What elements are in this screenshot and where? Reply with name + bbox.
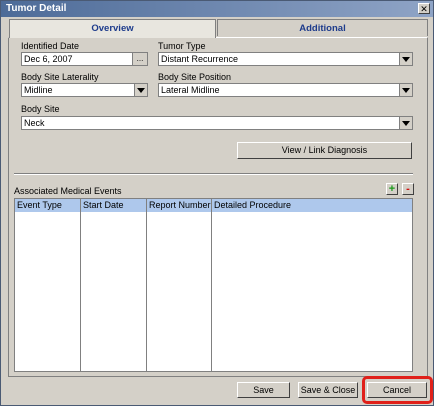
body-site-position-select[interactable]: Lateral Midline bbox=[158, 83, 413, 97]
view-link-diagnosis-button[interactable]: View / Link Diagnosis bbox=[237, 142, 412, 159]
body-site-value: Neck bbox=[24, 118, 45, 128]
identified-date-field[interactable]: Dec 6, 2007 ... bbox=[21, 52, 148, 66]
window-title: Tumor Detail bbox=[6, 3, 67, 14]
body-site-position-label: Body Site Position bbox=[158, 72, 232, 82]
tumor-detail-dialog: Tumor Detail ✕ Overview Additional Ident… bbox=[0, 0, 434, 406]
header-event-type[interactable]: Event Type bbox=[17, 200, 62, 210]
chevron-down-icon bbox=[137, 87, 145, 93]
title-bar[interactable]: Tumor Detail ✕ bbox=[1, 1, 433, 17]
tumor-type-dropdown-button[interactable] bbox=[399, 53, 412, 65]
chevron-down-icon bbox=[402, 120, 410, 126]
body-site-select[interactable]: Neck bbox=[21, 116, 413, 130]
close-button[interactable]: ✕ bbox=[418, 3, 430, 14]
close-icon: ✕ bbox=[420, 4, 428, 14]
associated-events-title: Associated Medical Events bbox=[14, 186, 122, 196]
body-site-position-value: Lateral Midline bbox=[161, 85, 220, 95]
body-site-laterality-value: Midline bbox=[24, 85, 53, 95]
column-report-number bbox=[147, 199, 212, 371]
body-site-label: Body Site bbox=[21, 104, 60, 114]
body-site-laterality-label: Body Site Laterality bbox=[21, 72, 99, 82]
save-button[interactable]: Save bbox=[237, 382, 290, 398]
tab-overview[interactable]: Overview bbox=[9, 19, 216, 38]
divider bbox=[14, 173, 413, 175]
events-table[interactable]: Event Type Start Date Report Number Deta… bbox=[14, 198, 413, 372]
column-event-type bbox=[15, 199, 81, 371]
body-site-laterality-dropdown-button[interactable] bbox=[134, 84, 147, 96]
body-site-laterality-select[interactable]: Midline bbox=[21, 83, 148, 97]
tumor-type-select[interactable]: Distant Recurrence bbox=[158, 52, 413, 66]
plus-icon: + bbox=[388, 183, 396, 195]
header-start-date[interactable]: Start Date bbox=[83, 200, 124, 210]
tab-additional[interactable]: Additional bbox=[217, 19, 428, 36]
cancel-highlight bbox=[362, 376, 433, 404]
save-close-button[interactable]: Save & Close bbox=[298, 382, 358, 398]
column-start-date bbox=[81, 199, 147, 371]
ellipsis-icon: ... bbox=[136, 54, 144, 63]
date-picker-button[interactable]: ... bbox=[132, 53, 147, 65]
tumor-type-label: Tumor Type bbox=[158, 41, 206, 51]
identified-date-value: Dec 6, 2007 bbox=[24, 54, 73, 64]
remove-event-button[interactable]: - bbox=[402, 183, 414, 195]
header-report-number[interactable]: Report Number bbox=[149, 200, 211, 210]
chevron-down-icon bbox=[402, 87, 410, 93]
identified-date-label: Identified Date bbox=[21, 41, 80, 51]
add-event-button[interactable]: + bbox=[386, 183, 398, 195]
header-detailed-procedure[interactable]: Detailed Procedure bbox=[214, 200, 291, 210]
tumor-type-value: Distant Recurrence bbox=[161, 54, 239, 64]
minus-icon: - bbox=[406, 183, 410, 195]
chevron-down-icon bbox=[402, 56, 410, 62]
body-site-position-dropdown-button[interactable] bbox=[399, 84, 412, 96]
body-site-dropdown-button[interactable] bbox=[399, 117, 412, 129]
